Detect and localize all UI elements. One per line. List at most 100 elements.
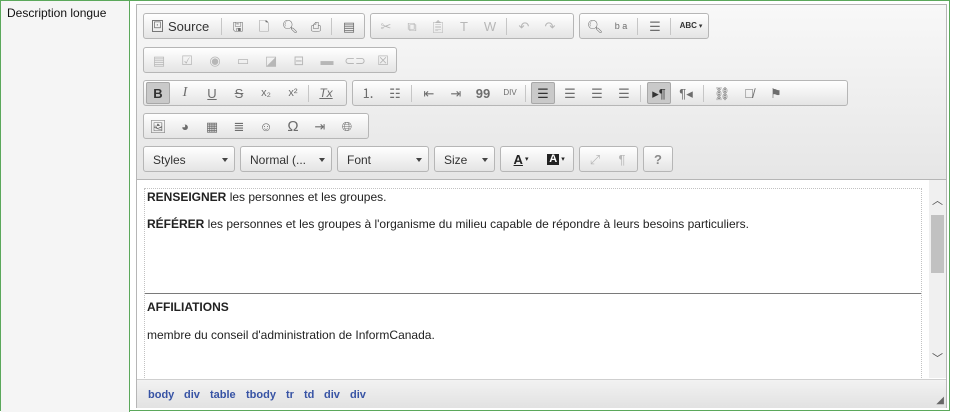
superscript-icon: x² (288, 86, 298, 99)
scroll-down-icon[interactable]: ﹀ (932, 350, 943, 366)
tools-group: ⤢ ¶ (579, 146, 638, 172)
path-item[interactable]: td (304, 389, 314, 401)
scroll-up-icon[interactable]: ︿ (932, 192, 943, 208)
undo-button[interactable]: ↶ (512, 15, 536, 37)
special-char-button[interactable]: Ω (281, 115, 305, 137)
align-right-button[interactable]: ☰ (585, 82, 609, 104)
smiley-button[interactable]: ☺ (254, 115, 278, 137)
justify-button[interactable]: ☰ (612, 82, 636, 104)
rtl-button[interactable]: ¶◂ (674, 82, 698, 104)
link-button[interactable]: ⛓ (710, 82, 734, 104)
select-all-button[interactable]: ☰ (643, 15, 667, 37)
italic-button[interactable]: I (173, 82, 197, 104)
source-button[interactable]: ⊡ Source (146, 15, 216, 37)
form-button[interactable]: ▤ (147, 49, 171, 71)
resize-grip-icon[interactable]: ◢ (936, 395, 944, 406)
outdent-button[interactable]: ⇤ (417, 82, 441, 104)
print-icon: ⎙ (310, 18, 322, 34)
redo-icon: ↷ (544, 18, 556, 34)
remove-format-icon: Tx (319, 86, 333, 100)
font-combo[interactable]: Font (337, 146, 429, 172)
cut-button[interactable]: ✂ (374, 15, 398, 37)
path-item[interactable]: tr (286, 389, 294, 401)
text-color-icon: A (513, 151, 523, 167)
page-break-button[interactable]: ⇥ (308, 115, 332, 137)
path-item[interactable]: tbody (246, 389, 276, 401)
omega-icon: Ω (287, 117, 299, 135)
align-center-button[interactable]: ☰ (558, 82, 582, 104)
radio-button[interactable]: ◉ (203, 49, 227, 71)
copy-icon: ⧉ (407, 18, 417, 34)
checkbox-button[interactable]: ☑ (175, 49, 199, 71)
vertical-scrollbar[interactable]: ︿ ﹀ (929, 180, 946, 378)
select-button[interactable]: ⊟ (287, 49, 311, 71)
maximize-button[interactable]: ⤢ (583, 148, 607, 170)
path-item[interactable]: div (324, 389, 340, 401)
bulleted-list-button[interactable]: ☷ (383, 82, 407, 104)
remove-format-button[interactable]: Tx (314, 82, 338, 104)
align-left-button[interactable]: ☰ (531, 82, 555, 104)
show-blocks-button[interactable]: ¶ (610, 148, 634, 170)
text-direction-rtl-icon: ¶◂ (679, 85, 693, 101)
table-button[interactable]: ▦ (200, 115, 224, 137)
superscript-button[interactable]: x² (281, 82, 305, 104)
spell-check-button[interactable]: ABC ▾ (675, 15, 707, 37)
path-item[interactable]: div (184, 389, 200, 401)
button-icon: ▬ (320, 52, 334, 68)
font-label: Font (347, 153, 372, 167)
print-button[interactable]: ⎙ (304, 15, 328, 37)
bold-button[interactable]: B (146, 82, 170, 104)
help-button[interactable]: ? (646, 148, 670, 170)
paste-word-icon: W (483, 18, 497, 34)
unlink-button[interactable]: ⛓̸ (737, 82, 761, 104)
image-button[interactable]: 🖼︎ (146, 115, 170, 137)
text-color-button[interactable]: A ▾ (505, 148, 537, 170)
find-button[interactable]: 🔍︎ (583, 15, 607, 37)
styles-combo[interactable]: Styles (143, 146, 235, 172)
copy-button[interactable]: ⧉ (400, 15, 424, 37)
preview-button[interactable]: 🔍︎ (278, 15, 302, 37)
image-button-icon: ⊂⊃ (344, 52, 366, 68)
ltr-button[interactable]: ▸¶ (647, 82, 671, 104)
dropdown-arrow-icon: ▾ (524, 155, 529, 163)
save-button[interactable]: 🖫 (226, 15, 250, 37)
horizontal-rule-button[interactable]: ≣ (227, 115, 251, 137)
textfield-button[interactable]: ▭ (231, 49, 255, 71)
paste-text-button[interactable]: T (452, 15, 476, 37)
underline-button[interactable]: U (200, 82, 224, 104)
create-div-button[interactable]: DIV (498, 82, 522, 104)
anchor-button[interactable]: ⚑ (764, 82, 788, 104)
replace-button[interactable]: b a (609, 15, 633, 37)
strike-button[interactable]: S (227, 82, 251, 104)
bg-color-button[interactable]: A ▾ (540, 148, 572, 170)
scrollbar-thumb[interactable] (931, 215, 944, 273)
path-item[interactable]: table (210, 389, 236, 401)
iframe-button[interactable]: 🌐︎ (335, 115, 359, 137)
subscript-button[interactable]: x₂ (254, 82, 278, 104)
image-button-button[interactable]: ⊂⊃ (343, 49, 367, 71)
paste-button[interactable]: 📋︎ (426, 15, 450, 37)
form-button-button[interactable]: ▬ (315, 49, 339, 71)
new-page-button[interactable]: 🗋 (252, 15, 276, 37)
paste-word-button[interactable]: W (478, 15, 502, 37)
align-left-icon: ☰ (537, 85, 549, 101)
redo-button[interactable]: ↷ (538, 15, 562, 37)
flash-button[interactable]: ◕ (173, 115, 197, 137)
templates-button[interactable]: ▤ (337, 15, 361, 37)
path-item[interactable]: div (350, 389, 366, 401)
hidden-field-button[interactable]: ☒ (371, 49, 395, 71)
indent-button[interactable]: ⇥ (444, 82, 468, 104)
blockquote-button[interactable]: 99 (471, 82, 495, 104)
smiley-icon: ☺ (259, 118, 273, 134)
select-icon: ⊟ (293, 52, 305, 68)
size-combo[interactable]: Size (434, 146, 495, 172)
numbered-list-button[interactable]: ⒈ (356, 82, 380, 104)
textarea-button[interactable]: ◪ (259, 49, 283, 71)
bold-icon: B (153, 85, 163, 101)
editor-content[interactable]: RENSEIGNER les personnes et les groupes.… (137, 180, 929, 378)
format-combo[interactable]: Normal (... (240, 146, 332, 172)
underline-icon: U (207, 85, 217, 101)
path-item[interactable]: body (148, 389, 174, 401)
radio-icon: ◉ (209, 52, 221, 68)
dropdown-arrow-icon: ▾ (561, 155, 565, 163)
